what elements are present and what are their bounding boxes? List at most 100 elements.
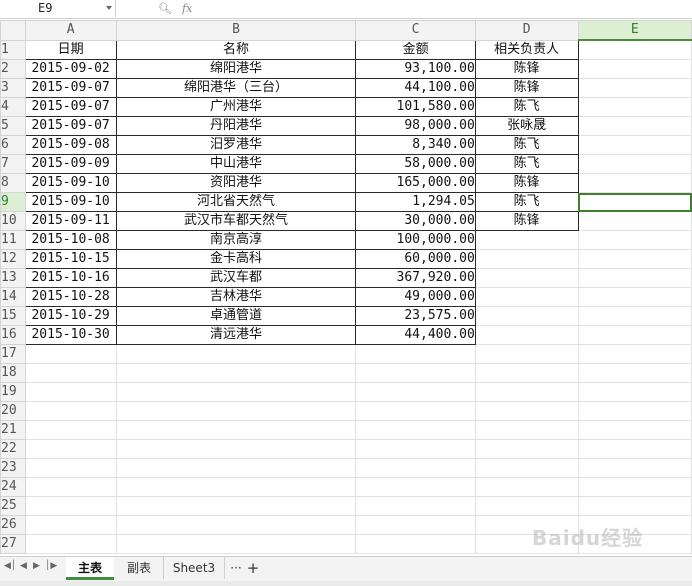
cell-e[interactable] <box>577 230 692 250</box>
cell-empty[interactable] <box>355 439 476 459</box>
cell-empty[interactable] <box>24 382 117 402</box>
add-sheet-icon[interactable]: + <box>246 557 260 579</box>
cell-date[interactable]: 2015-09-07 <box>24 97 117 117</box>
cell-empty[interactable] <box>474 477 579 497</box>
cell-empty[interactable] <box>355 363 476 383</box>
cell-empty[interactable] <box>577 363 692 383</box>
row-header[interactable]: 2 <box>0 59 26 79</box>
sheet-tab-main[interactable]: 主表 <box>66 557 114 580</box>
cell-e[interactable] <box>577 173 692 193</box>
cell-empty[interactable] <box>115 344 357 364</box>
cell-empty[interactable] <box>577 477 692 497</box>
row-header[interactable]: 14 <box>0 287 26 307</box>
cell-name[interactable]: 武汉市车都天然气 <box>115 211 357 231</box>
cell-name[interactable]: 金卡高科 <box>115 249 357 269</box>
row-header[interactable]: 18 <box>0 363 26 383</box>
cell-empty[interactable] <box>577 439 692 459</box>
cell-empty[interactable] <box>24 401 117 421</box>
select-all-corner[interactable] <box>0 20 26 41</box>
cell-amount[interactable]: 60,000.00 <box>355 249 476 269</box>
cell-date[interactable]: 2015-09-02 <box>24 59 117 79</box>
cell-name[interactable]: 资阳港华 <box>115 173 357 193</box>
cell-empty[interactable] <box>474 420 579 440</box>
cell-empty[interactable] <box>355 420 476 440</box>
cell-empty[interactable] <box>577 344 692 364</box>
cell-empty[interactable] <box>577 382 692 402</box>
cell-empty[interactable] <box>474 382 579 402</box>
cell-empty[interactable] <box>115 534 357 554</box>
cell-amount[interactable]: 44,100.00 <box>355 78 476 98</box>
cell-owner[interactable]: 陈飞 <box>474 192 579 212</box>
cell-empty[interactable] <box>577 496 692 516</box>
cell-owner[interactable] <box>474 325 579 345</box>
cell-name[interactable]: 中山港华 <box>115 154 357 174</box>
cell-empty[interactable] <box>474 363 579 383</box>
cell-name[interactable]: 清远港华 <box>115 325 357 345</box>
cell-empty[interactable] <box>474 496 579 516</box>
cell-owner[interactable]: 陈锋 <box>474 59 579 79</box>
cell-name[interactable]: 汨罗港华 <box>115 135 357 155</box>
cell-owner[interactable] <box>474 230 579 250</box>
cell-empty[interactable] <box>115 477 357 497</box>
row-header[interactable]: 16 <box>0 325 26 345</box>
cell-name[interactable]: 绵阳港华（三台） <box>115 78 357 98</box>
cell-e[interactable] <box>577 287 692 307</box>
row-header[interactable]: 5 <box>0 116 26 136</box>
cell-amount[interactable]: 1,294.05 <box>355 192 476 212</box>
cell-empty[interactable] <box>355 382 476 402</box>
cell-owner[interactable] <box>474 287 579 307</box>
cell-date[interactable]: 2015-10-29 <box>24 306 117 326</box>
cell-empty[interactable] <box>115 496 357 516</box>
cell-empty[interactable] <box>24 439 117 459</box>
cell-empty[interactable] <box>355 477 476 497</box>
cell-empty[interactable] <box>24 420 117 440</box>
cell-e[interactable] <box>577 59 692 79</box>
cell-amount[interactable]: 100,000.00 <box>355 230 476 250</box>
cell-empty[interactable] <box>24 477 117 497</box>
row-header[interactable]: 23 <box>0 458 26 478</box>
cell-e[interactable] <box>577 249 692 269</box>
cell-empty[interactable] <box>115 382 357 402</box>
row-header[interactable]: 11 <box>0 230 26 250</box>
cell-empty[interactable] <box>355 496 476 516</box>
cell-date[interactable]: 2015-09-07 <box>24 116 117 136</box>
cell-empty[interactable] <box>24 458 117 478</box>
cell-amount[interactable]: 58,000.00 <box>355 154 476 174</box>
cell-empty[interactable] <box>355 458 476 478</box>
cell-empty[interactable] <box>24 344 117 364</box>
horizontal-scrollbar[interactable] <box>0 581 692 586</box>
cell-empty[interactable] <box>115 439 357 459</box>
cell-amount[interactable]: 367,920.00 <box>355 268 476 288</box>
cell-owner[interactable]: 陈飞 <box>474 97 579 117</box>
cell-owner[interactable] <box>474 249 579 269</box>
cell-owner[interactable]: 陈锋 <box>474 211 579 231</box>
more-sheets-icon[interactable]: ··· <box>227 557 245 579</box>
cell-empty[interactable] <box>24 496 117 516</box>
cell-date[interactable]: 2015-09-07 <box>24 78 117 98</box>
cell-amount[interactable]: 44,400.00 <box>355 325 476 345</box>
row-header[interactable]: 20 <box>0 401 26 421</box>
cell-name[interactable]: 武汉车都 <box>115 268 357 288</box>
cell-empty[interactable] <box>24 515 117 535</box>
row-header[interactable]: 21 <box>0 420 26 440</box>
row-header[interactable]: 6 <box>0 135 26 155</box>
cell-e[interactable] <box>577 97 692 117</box>
cell-amount[interactable]: 30,000.00 <box>355 211 476 231</box>
cell-empty[interactable] <box>115 401 357 421</box>
cell-owner[interactable]: 陈飞 <box>474 135 579 155</box>
cell-date[interactable]: 2015-10-28 <box>24 287 117 307</box>
cell-date[interactable]: 2015-09-08 <box>24 135 117 155</box>
cell-empty[interactable] <box>355 344 476 364</box>
cell-amount[interactable]: 49,000.00 <box>355 287 476 307</box>
cell-date[interactable]: 2015-09-10 <box>24 192 117 212</box>
cell-amount[interactable]: 23,575.00 <box>355 306 476 326</box>
cell-empty[interactable] <box>474 344 579 364</box>
cell-empty[interactable] <box>355 401 476 421</box>
cell-date[interactable]: 2015-09-09 <box>24 154 117 174</box>
cell-header-amount[interactable]: 金额 <box>355 39 476 60</box>
row-header[interactable]: 3 <box>0 78 26 98</box>
cell-date[interactable]: 2015-10-30 <box>24 325 117 345</box>
cell-empty[interactable] <box>115 420 357 440</box>
cell-empty[interactable] <box>577 458 692 478</box>
row-header[interactable]: 15 <box>0 306 26 326</box>
